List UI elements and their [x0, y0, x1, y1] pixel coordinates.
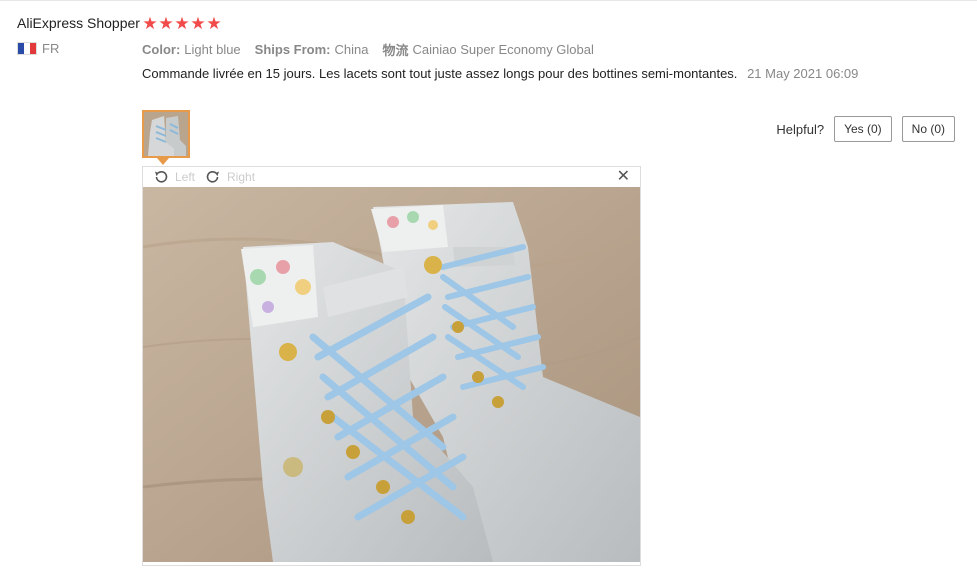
star-icon: ★ — [142, 14, 158, 33]
color-value: Light blue — [184, 42, 241, 57]
rotate-right-button[interactable]: Right — [205, 169, 255, 185]
review-date: 21 May 2021 06:09 — [747, 66, 859, 81]
review-attributes: Color: Light blue Ships From: China 物流 C… — [142, 40, 608, 59]
review-photo — [143, 187, 640, 562]
country-code: FR — [42, 41, 60, 56]
helpful-label: Helpful? — [776, 121, 825, 137]
boots-photo-image — [143, 187, 640, 562]
star-icon: ★ — [206, 14, 222, 33]
rotate-left-button[interactable]: Left — [153, 169, 195, 185]
review-photo-thumbnail[interactable] — [142, 110, 190, 158]
review-body: Commande livrée en 15 jours. Les lacets … — [142, 65, 862, 83]
helpful-yes-button[interactable]: Yes (0) — [834, 116, 892, 142]
close-icon[interactable]: ✕ — [617, 168, 630, 186]
review-text: Commande livrée en 15 jours. Les lacets … — [142, 66, 738, 81]
helpful-no-button[interactable]: No (0) — [901, 116, 955, 142]
reviewer-country: FR — [17, 41, 59, 56]
star-icon: ★ — [158, 14, 174, 33]
thumbnail-pointer — [157, 158, 169, 165]
star-rating: ★ ★ ★ ★ ★ — [142, 15, 222, 33]
ships-from-value: China — [334, 42, 369, 57]
thumbnail-image — [144, 112, 188, 156]
star-icon: ★ — [190, 14, 206, 33]
rotate-left-icon — [155, 170, 168, 183]
top-divider — [0, 0, 977, 1]
reviewer-name: AliExpress Shopper — [17, 15, 140, 31]
france-flag-icon — [17, 42, 37, 55]
ships-from-key: Ships From: — [254, 42, 331, 57]
photo-viewer: Left Right ✕ — [142, 166, 641, 566]
rotate-right-label: Right — [227, 170, 256, 184]
logistics-value: Cainiao Super Economy Global — [412, 42, 594, 57]
rotate-left-label: Left — [175, 170, 196, 184]
logistics-key: 物流 — [382, 43, 409, 58]
viewer-toolbar: Left Right ✕ — [143, 167, 640, 187]
helpful-voting: Helpful? Yes (0) No (0) — [776, 116, 955, 142]
star-icon: ★ — [174, 14, 190, 33]
color-key: Color: — [142, 42, 181, 57]
rotate-right-icon — [206, 170, 220, 183]
